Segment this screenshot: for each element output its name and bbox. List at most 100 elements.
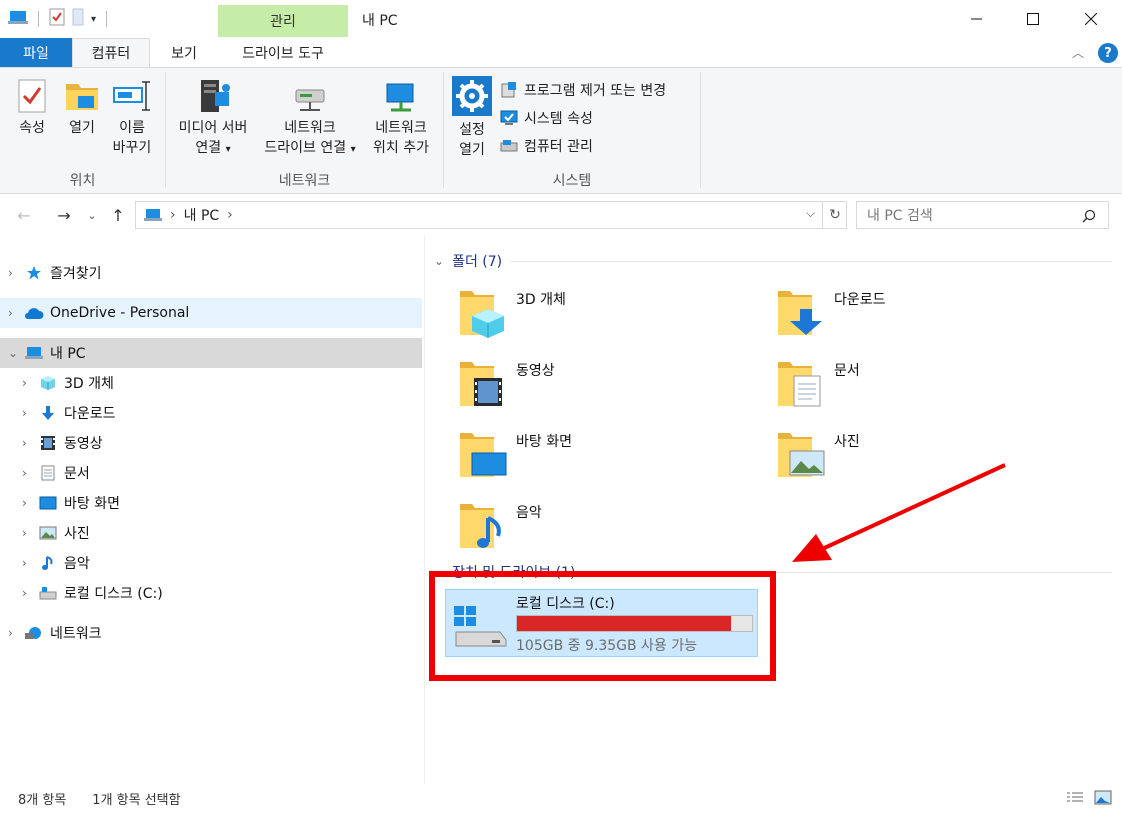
details-view-icon[interactable] <box>1066 791 1084 809</box>
network-icon <box>24 624 44 642</box>
media-server-button[interactable]: 미디어 서버 연결 ▾ <box>170 78 256 160</box>
nav-item-network[interactable]: › 네트워크 <box>0 618 422 648</box>
address-bar[interactable]: › 내 PC › <box>135 201 847 229</box>
chevron-down-icon: ▾ <box>225 144 231 155</box>
minimize-icon <box>971 18 982 20</box>
desktop-icon <box>460 433 507 477</box>
selection-count: 1개 항목 선택함 <box>92 793 181 808</box>
star-icon <box>24 264 44 282</box>
new-folder-icon[interactable] <box>71 8 85 30</box>
folder-tile[interactable]: 음악 <box>458 498 758 562</box>
chevron-down-icon: ⌄ <box>87 208 97 222</box>
nav-item-pictures[interactable]: › 사진 <box>0 518 422 548</box>
tab-drive-tools[interactable]: 드라이브 도구 <box>218 38 348 67</box>
maximize-button[interactable] <box>1004 0 1062 38</box>
ribbon-tabs: 파일 컴퓨터 보기 드라이브 도구 <box>0 38 348 67</box>
folder-tile[interactable]: 바탕 화면 <box>458 427 758 491</box>
annotation-highlight-box <box>429 571 776 681</box>
collapse-ribbon-icon[interactable]: ︿ <box>1072 44 1084 61</box>
cube-icon <box>460 291 504 338</box>
chevron-right-icon[interactable]: › <box>22 526 38 540</box>
chevron-right-icon[interactable]: › <box>22 406 38 420</box>
nav-item-desktop[interactable]: › 바탕 화면 <box>0 488 422 518</box>
close-icon <box>1085 13 1097 25</box>
download-icon <box>778 291 822 335</box>
item-count: 8개 항목 <box>18 793 67 808</box>
search-input[interactable]: 내 PC 검색 <box>856 201 1109 229</box>
divider <box>700 72 701 188</box>
folder-tile[interactable]: 3D 개체 <box>458 285 758 349</box>
large-icons-view-icon[interactable] <box>1094 790 1112 809</box>
video-icon <box>38 434 58 452</box>
chevron-right-icon[interactable]: › <box>22 496 38 510</box>
computer-management-button[interactable]: 컴퓨터 관리 <box>500 132 666 160</box>
properties-button[interactable]: 속성 <box>12 78 52 138</box>
system-command-list: 프로그램 제거 또는 변경 시스템 속성 컴퓨터 관리 <box>500 76 666 160</box>
rename-icon <box>113 81 150 111</box>
back-button[interactable]: ← <box>12 202 36 228</box>
chevron-right-icon[interactable]: › <box>8 626 24 640</box>
folder-tile[interactable]: 동영상 <box>458 356 758 420</box>
cube-icon <box>38 374 58 392</box>
nav-item-this-pc[interactable]: ⌄ 내 PC <box>0 338 422 368</box>
address-dropdown-icon[interactable]: ⌵ <box>806 206 815 221</box>
maximize-icon <box>1027 13 1039 25</box>
chevron-right-icon[interactable]: › <box>22 376 38 390</box>
tab-file[interactable]: 파일 <box>0 38 72 67</box>
nav-item-3d-objects[interactable]: › 3D 개체 <box>0 368 422 398</box>
chevron-right-icon[interactable]: › <box>22 586 38 600</box>
chevron-right-icon[interactable]: › <box>22 436 38 450</box>
computer-management-icon <box>500 140 518 152</box>
nav-item-local-disk[interactable]: › 로컬 디스크 (C:) <box>0 578 422 608</box>
divider <box>38 11 39 27</box>
minimize-button[interactable] <box>948 0 1006 38</box>
map-network-drive-button[interactable]: 네트워크 드라이브 연결 ▾ <box>256 78 364 160</box>
chevron-right-icon[interactable]: › <box>8 306 24 320</box>
breadcrumb-separator-icon: › <box>170 207 176 223</box>
chevron-down-icon[interactable]: ⌄ <box>8 346 24 360</box>
status-bar: 8개 항목 1개 항목 선택함 <box>18 789 181 808</box>
system-properties-button[interactable]: 시스템 속성 <box>500 104 666 132</box>
tab-view[interactable]: 보기 <box>150 38 218 67</box>
rename-button[interactable]: 이름 바꾸기 <box>108 78 156 158</box>
nav-item-onedrive[interactable]: › OneDrive - Personal <box>0 298 422 328</box>
refresh-button[interactable]: ↻ <box>822 201 847 229</box>
customize-qat-icon[interactable]: ▾ <box>91 14 96 25</box>
nav-item-music[interactable]: › 음악 <box>0 548 422 578</box>
open-folder-icon <box>66 84 98 110</box>
nav-item-downloads[interactable]: › 다운로드 <box>0 398 422 428</box>
close-button[interactable] <box>1062 0 1120 38</box>
drive-icon <box>38 584 58 602</box>
nav-item-documents[interactable]: › 문서 <box>0 458 422 488</box>
tab-computer[interactable]: 컴퓨터 <box>72 38 150 67</box>
document-icon <box>38 464 58 482</box>
open-settings-button[interactable]: 설정 열기 <box>450 76 494 160</box>
uninstall-icon <box>501 82 516 98</box>
search-icon <box>1082 209 1096 223</box>
nav-item-favorites[interactable]: › 즐겨찾기 <box>0 258 422 288</box>
open-button[interactable]: 열기 <box>62 78 102 138</box>
help-icon[interactable]: ? <box>1098 43 1118 63</box>
chevron-right-icon[interactable]: › <box>8 266 24 280</box>
folder-tile[interactable]: 다운로드 <box>776 285 1076 349</box>
refresh-icon: ↻ <box>829 207 841 223</box>
document-icon <box>778 362 821 407</box>
nav-item-videos[interactable]: › 동영상 <box>0 428 422 458</box>
music-icon <box>38 554 58 572</box>
breadcrumb-item[interactable]: 내 PC <box>184 205 220 225</box>
divider <box>106 11 108 27</box>
folder-tile[interactable]: 문서 <box>776 356 1076 420</box>
group-label-location: 위치 <box>69 173 96 189</box>
properties-icon[interactable] <box>49 8 65 30</box>
gear-icon <box>452 76 492 116</box>
section-header-folders[interactable]: ⌄ 폴더 (7) <box>434 251 1112 271</box>
divider <box>510 260 1112 262</box>
add-network-location-button[interactable]: 네트워크 위치 추가 <box>364 78 438 158</box>
uninstall-program-button[interactable]: 프로그램 제거 또는 변경 <box>500 76 666 104</box>
context-tab-manage[interactable]: 관리 <box>218 5 348 37</box>
forward-button[interactable]: → <box>52 202 76 228</box>
up-button[interactable]: ↑ <box>106 202 130 228</box>
chevron-right-icon[interactable]: › <box>22 556 38 570</box>
chevron-right-icon[interactable]: › <box>22 466 38 480</box>
recent-locations-button[interactable]: ⌄ <box>82 202 102 228</box>
